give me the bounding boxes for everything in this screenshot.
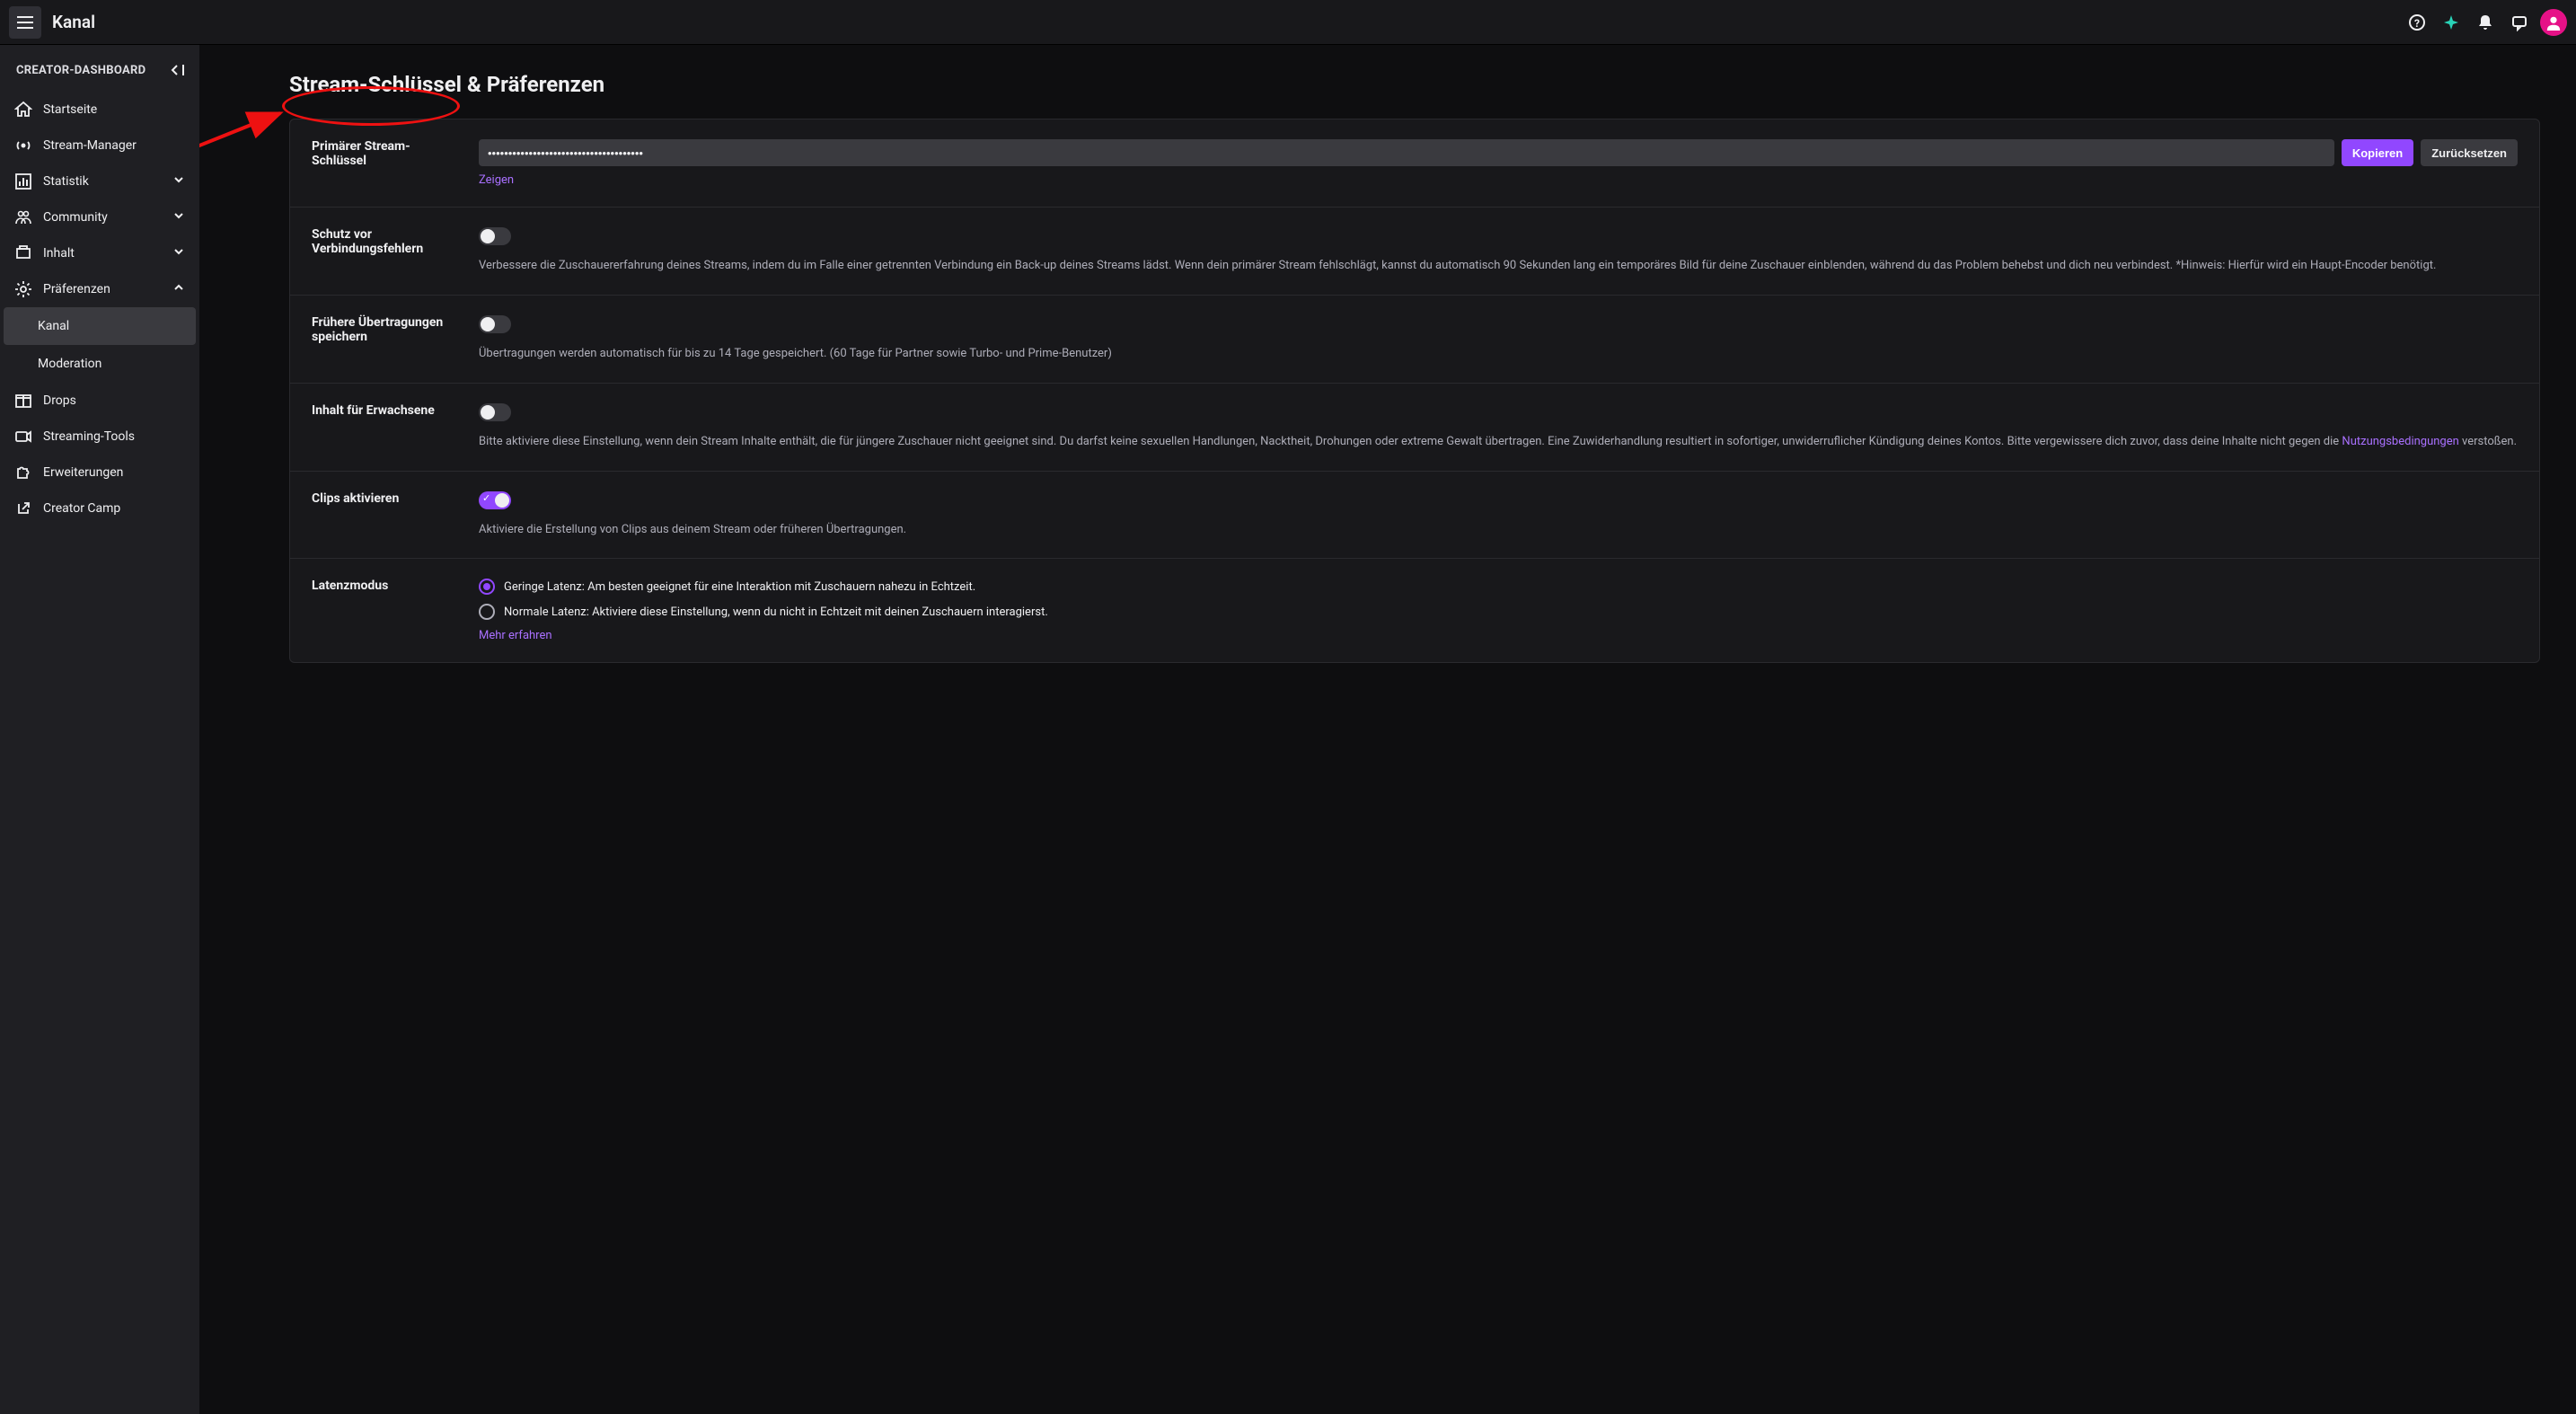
sidebar-item-label: Stream-Manager bbox=[43, 138, 137, 153]
chevron-down-icon bbox=[172, 245, 187, 261]
reset-button[interactable]: Zurücksetzen bbox=[2421, 139, 2518, 166]
camera-icon bbox=[14, 428, 32, 446]
sidebar-item-community[interactable]: Community bbox=[0, 199, 199, 235]
row-latency: Latenzmodus Geringe Latenz: Am besten ge… bbox=[290, 559, 2539, 662]
whispers-button[interactable] bbox=[2506, 9, 2533, 36]
home-icon bbox=[14, 101, 32, 119]
bell-icon bbox=[2476, 13, 2494, 31]
sidebar-item-creator-camp[interactable]: Creator Camp bbox=[0, 490, 199, 526]
chat-icon bbox=[2510, 13, 2528, 31]
show-key-link[interactable]: Zeigen bbox=[479, 173, 514, 187]
sidebar-collapse-button[interactable] bbox=[169, 61, 187, 79]
sidebar-title: CREATOR-DASHBOARD bbox=[16, 64, 146, 77]
row-stream-key: Primärer Stream-Schlüssel Kopieren Zurüc… bbox=[290, 119, 2539, 208]
stream-key-input[interactable] bbox=[479, 139, 2334, 166]
topbar: Kanal ? bbox=[0, 0, 2576, 45]
help-button[interactable]: ? bbox=[2404, 9, 2430, 36]
row-mature-content: Inhalt für Erwachsene Bitte aktiviere di… bbox=[290, 384, 2539, 472]
copy-button[interactable]: Kopieren bbox=[2342, 139, 2413, 166]
sidebar-item-label: Community bbox=[43, 210, 108, 225]
sidebar-item-label: Creator Camp bbox=[43, 501, 120, 516]
collapse-icon bbox=[170, 64, 186, 76]
sidebar-item-label: Drops bbox=[43, 393, 76, 408]
chevron-down-icon bbox=[172, 173, 187, 190]
sidebar-item-label: Startseite bbox=[43, 102, 97, 117]
person-icon bbox=[2545, 14, 2562, 31]
drops-icon bbox=[14, 392, 32, 410]
help-icon: ? bbox=[2408, 13, 2426, 31]
learn-more-link[interactable]: Mehr erfahren bbox=[479, 629, 552, 642]
clips-desc: Aktiviere die Erstellung von Clips aus d… bbox=[479, 522, 2518, 539]
chevron-up-icon bbox=[172, 281, 187, 297]
content-icon bbox=[14, 244, 32, 262]
sidebar-item-streaming-tools[interactable]: Streaming-Tools bbox=[0, 419, 199, 455]
sparkle-icon bbox=[2442, 13, 2460, 31]
sidebar-item-content[interactable]: Inhalt bbox=[0, 235, 199, 271]
sidebar-item-label: Streaming-Tools bbox=[43, 429, 135, 444]
sidebar-subitem-label: Kanal bbox=[38, 319, 69, 333]
disconnect-toggle[interactable] bbox=[479, 227, 511, 245]
disconnect-desc: Verbessere die Zuschauererfahrung deines… bbox=[479, 258, 2518, 275]
sidebar-subitem-moderation[interactable]: Moderation bbox=[0, 345, 199, 383]
latency-low-radio[interactable]: Geringe Latenz: Am besten geeignet für e… bbox=[479, 579, 2518, 595]
sidebar-item-home[interactable]: Startseite bbox=[0, 92, 199, 128]
main-content: Stream-Schlüssel & Präferenzen Primärer … bbox=[199, 45, 2576, 1414]
community-icon bbox=[14, 208, 32, 226]
svg-text:?: ? bbox=[2414, 17, 2420, 30]
sidebar-subitem-channel[interactable]: Kanal bbox=[4, 307, 196, 345]
page-title: Stream-Schlüssel & Präferenzen bbox=[289, 72, 2540, 97]
sidebar-item-stream-manager[interactable]: Stream-Manager bbox=[0, 128, 199, 163]
sidebar-item-extensions[interactable]: Erweiterungen bbox=[0, 455, 199, 490]
stats-icon bbox=[14, 172, 32, 190]
mature-toggle[interactable] bbox=[479, 403, 511, 421]
ai-sparkle-button[interactable] bbox=[2438, 9, 2465, 36]
row-vod-storage: Frühere Übertragungen speichern Übertrag… bbox=[290, 296, 2539, 384]
vod-label: Frühere Übertragungen speichern bbox=[312, 315, 479, 363]
row-clips: Clips aktivieren Aktiviere die Erstellun… bbox=[290, 472, 2539, 560]
tos-link[interactable]: Nutzungsbedingungen bbox=[2342, 435, 2458, 448]
external-link-icon bbox=[14, 499, 32, 517]
broadcast-icon bbox=[14, 137, 32, 155]
latency-low-label: Geringe Latenz: Am besten geeignet für e… bbox=[504, 580, 975, 594]
gear-icon bbox=[14, 280, 32, 298]
clips-toggle[interactable] bbox=[479, 491, 511, 509]
mature-desc: Bitte aktiviere diese Einstellung, wenn … bbox=[479, 434, 2518, 451]
hamburger-icon bbox=[17, 15, 33, 30]
page-context-title: Kanal bbox=[52, 12, 95, 32]
sidebar: CREATOR-DASHBOARD Startseite Stream-Mana… bbox=[0, 45, 199, 1414]
user-avatar[interactable] bbox=[2540, 9, 2567, 36]
chevron-down-icon bbox=[172, 209, 187, 225]
sidebar-item-label: Statistik bbox=[43, 174, 89, 189]
latency-normal-radio[interactable]: Normale Latenz: Aktiviere diese Einstell… bbox=[479, 604, 2518, 620]
sidebar-item-drops[interactable]: Drops bbox=[0, 383, 199, 419]
sidebar-item-stats[interactable]: Statistik bbox=[0, 163, 199, 199]
stream-key-label: Primärer Stream-Schlüssel bbox=[312, 139, 479, 187]
latency-label: Latenzmodus bbox=[312, 579, 479, 642]
notifications-button[interactable] bbox=[2472, 9, 2499, 36]
hamburger-menu-button[interactable] bbox=[9, 6, 41, 39]
sidebar-item-preferences[interactable]: Präferenzen bbox=[0, 271, 199, 307]
vod-toggle[interactable] bbox=[479, 315, 511, 333]
mature-label: Inhalt für Erwachsene bbox=[312, 403, 479, 451]
disconnect-label: Schutz vor Verbindungsfehlern bbox=[312, 227, 479, 275]
latency-normal-label: Normale Latenz: Aktiviere diese Einstell… bbox=[504, 605, 1048, 619]
vod-desc: Übertragungen werden automatisch für bis… bbox=[479, 346, 2518, 363]
radio-icon-selected bbox=[479, 579, 495, 595]
settings-card: Primärer Stream-Schlüssel Kopieren Zurüc… bbox=[289, 119, 2540, 663]
sidebar-item-label: Inhalt bbox=[43, 246, 75, 261]
sidebar-subitem-label: Moderation bbox=[38, 357, 101, 371]
puzzle-icon bbox=[14, 464, 32, 482]
sidebar-item-label: Erweiterungen bbox=[43, 465, 123, 480]
sidebar-item-label: Präferenzen bbox=[43, 282, 110, 296]
radio-icon bbox=[479, 604, 495, 620]
row-disconnect-protection: Schutz vor Verbindungsfehlern Verbessere… bbox=[290, 208, 2539, 296]
clips-label: Clips aktivieren bbox=[312, 491, 479, 539]
